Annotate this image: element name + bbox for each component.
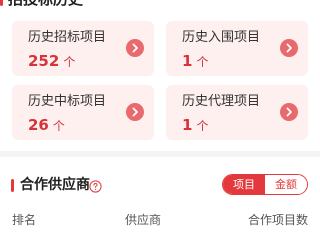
history-tender-card[interactable]: 历史招标项目 252 个 xyxy=(12,21,154,76)
sort-toggle: 项目 金额 xyxy=(222,174,308,195)
stat-unit: 个 xyxy=(196,119,209,133)
stat-value-row: 1个 xyxy=(182,116,208,135)
column-header-rank: 排名 xyxy=(12,213,37,227)
stat-unit: 个 xyxy=(63,55,76,69)
stat-label: 历史中标项目 xyxy=(28,94,107,109)
history-section: 招投标历史 历史招标项目 252个 历史入围项目 1个 历史中标项目 26个 xyxy=(0,0,320,148)
toggle-option-amount[interactable]: 金额 xyxy=(265,175,307,194)
question-circle-icon[interactable] xyxy=(89,178,102,193)
page: 招投标历史 历史招标项目 252个 历史入围项目 1个 历史中标项目 26个 xyxy=(0,0,320,240)
table-header: 排名 供应商 合作项目数 xyxy=(0,211,320,229)
history-agency-card[interactable]: 历史代理项目 1个 xyxy=(166,85,308,140)
stat-value-row: 252 个 xyxy=(28,52,75,71)
partner-suppliers-title: 合作供应商 xyxy=(20,177,90,193)
chevron-right-icon[interactable] xyxy=(280,103,298,121)
chevron-right-icon[interactable] xyxy=(126,39,144,57)
section-title-marker xyxy=(0,0,3,6)
stat-value: 1 xyxy=(182,52,193,70)
stat-unit: 个 xyxy=(196,55,209,69)
column-header-supplier: 供应商 xyxy=(125,213,162,227)
stat-value: 1 xyxy=(182,116,193,134)
section-title-marker xyxy=(11,179,14,192)
stat-value-row: 1个 xyxy=(182,52,208,71)
stat-label: 历史招标项目 xyxy=(28,30,107,45)
stat-value: 252 xyxy=(28,52,60,70)
history-winning-card[interactable]: 历史中标项目 26 个 xyxy=(12,85,154,140)
stat-label: 历史代理项目 xyxy=(182,94,261,109)
column-header-project-count: 合作项目数 xyxy=(247,213,308,227)
chevron-right-icon[interactable] xyxy=(126,103,144,121)
stat-label: 历史入围项目 xyxy=(182,30,261,45)
stat-value-row: 26 个 xyxy=(28,116,65,135)
stat-value: 26 xyxy=(28,116,49,134)
toggle-option-project[interactable]: 项目 xyxy=(223,175,265,194)
history-section-title: 招投标历史 xyxy=(8,0,83,8)
chevron-right-icon[interactable] xyxy=(280,39,298,57)
history-shortlist-card[interactable]: 历史入围项目 1个 xyxy=(166,21,308,76)
stat-unit: 个 xyxy=(52,119,65,133)
